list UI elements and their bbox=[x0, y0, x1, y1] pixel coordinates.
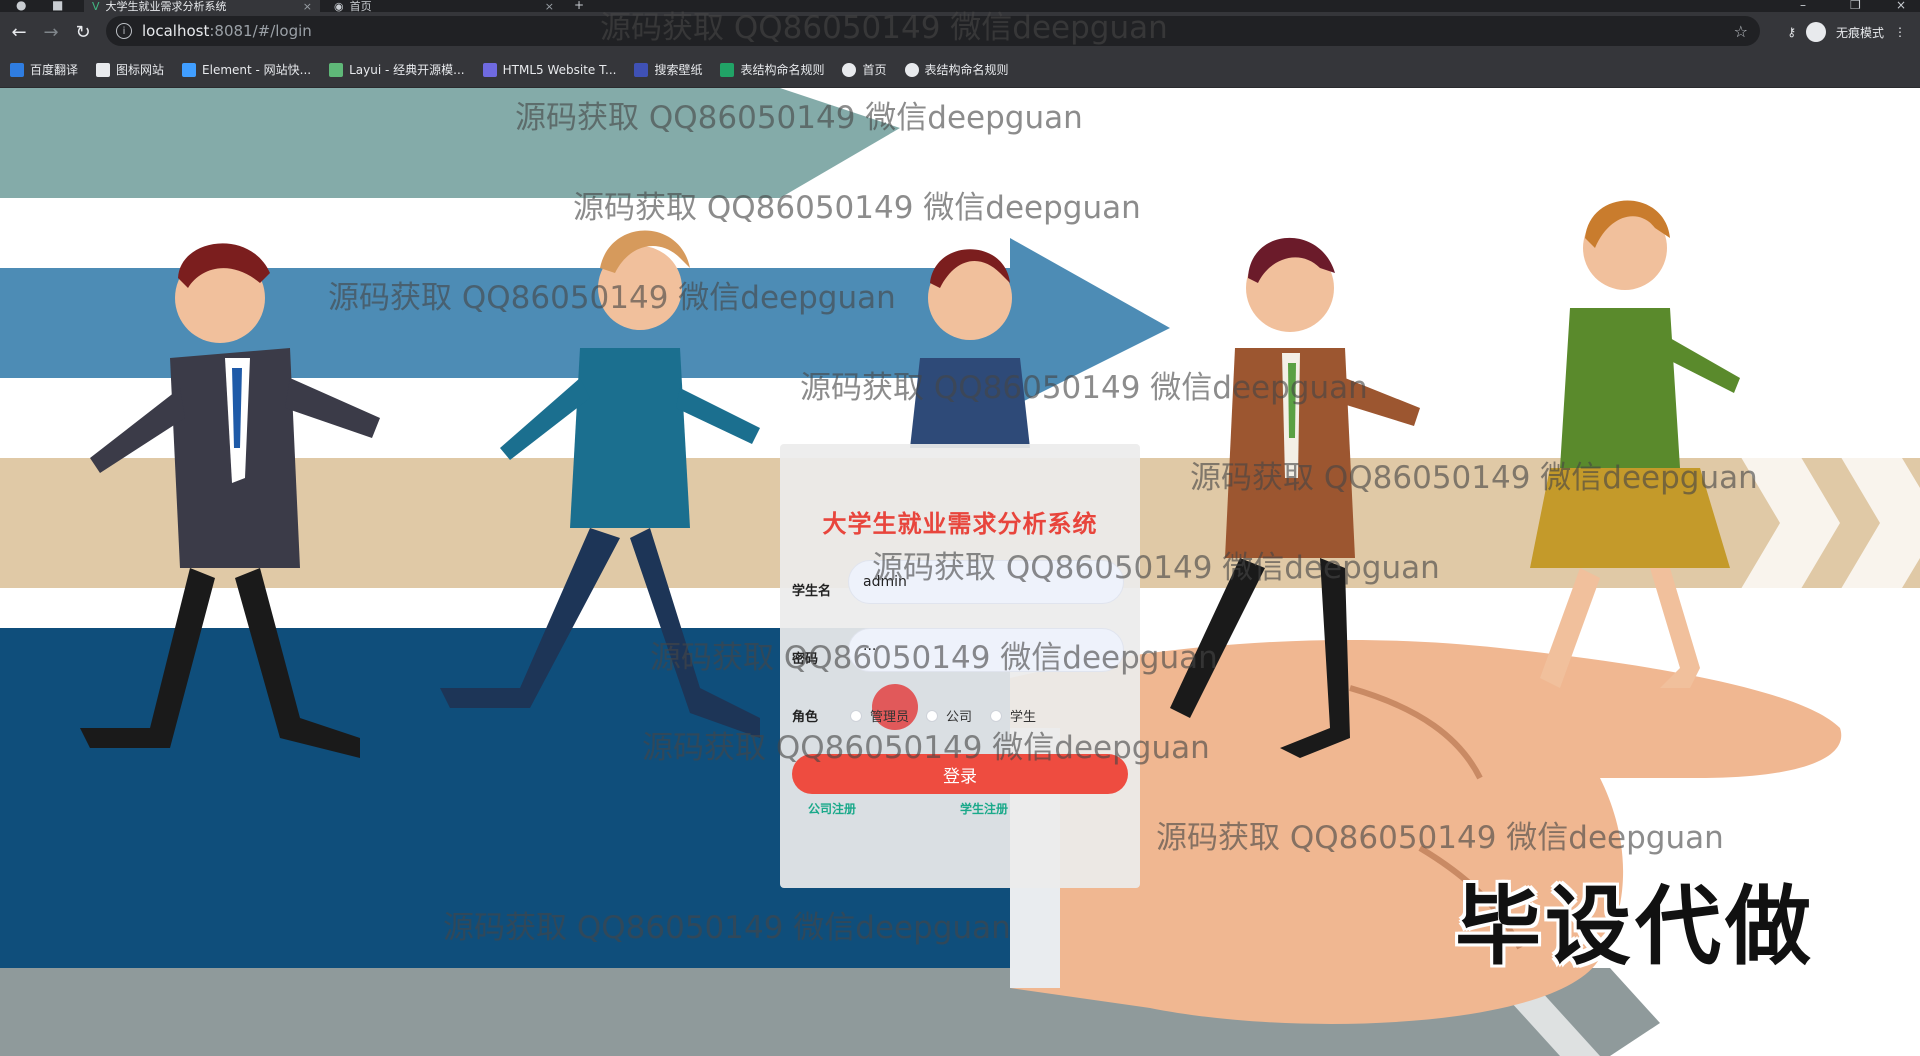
vue-favicon-icon: V bbox=[92, 0, 100, 12]
reload-icon[interactable]: ↻ bbox=[70, 19, 96, 45]
watermark-text: 源码获取 QQ86050149 微信deepguan bbox=[642, 730, 1210, 766]
wallpaper-icon bbox=[634, 62, 649, 77]
bookmark-item[interactable]: 首页 bbox=[842, 61, 887, 78]
bookmark-label: 图标网站 bbox=[116, 63, 165, 77]
bookmark-label: 表结构命名规则 bbox=[924, 63, 1009, 77]
bookmark-label: Element - 网站快... bbox=[202, 63, 312, 77]
bookmark-item[interactable]: Layui - 经典开源模... bbox=[329, 61, 465, 78]
bookmark-item[interactable]: 搜索壁纸 bbox=[634, 61, 702, 78]
close-tab-icon[interactable]: × bbox=[545, 0, 554, 12]
translate-icon bbox=[10, 62, 24, 77]
new-tab-button[interactable]: + bbox=[574, 0, 584, 12]
flag-icon bbox=[96, 62, 111, 77]
watermark-text: 源码获取 QQ86050149 微信deepguan bbox=[443, 910, 1011, 946]
toolbar-right: ⚷ 无痕模式 ⋮ bbox=[1787, 12, 1906, 52]
sheet-icon bbox=[720, 62, 735, 77]
globe-icon bbox=[904, 62, 919, 77]
bookmark-item[interactable]: HTML5 Website T... bbox=[482, 62, 617, 77]
globe-icon: ◉ bbox=[334, 0, 344, 12]
tab-login[interactable]: V 大学生就业需求分析系统 × bbox=[84, 0, 320, 12]
watermark-text: 源码获取 QQ86050149 微信deepguan bbox=[328, 280, 896, 316]
star-icon[interactable]: ☆ bbox=[1734, 22, 1748, 41]
student-register-link[interactable]: 学生注册 bbox=[960, 800, 1008, 817]
incognito-icon[interactable] bbox=[1805, 22, 1826, 42]
bookmark-label: 百度翻译 bbox=[30, 63, 79, 77]
tab-title: 首页 bbox=[349, 0, 372, 12]
window-icon: ■ bbox=[52, 0, 64, 12]
bookmark-label: 搜索壁纸 bbox=[654, 63, 703, 77]
profile-label[interactable]: 无痕模式 bbox=[1836, 24, 1884, 41]
company-register-link[interactable]: 公司注册 bbox=[808, 800, 856, 817]
watermark-text: 源码获取 QQ86050149 微信deepguan bbox=[800, 370, 1368, 406]
radio-circle[interactable] bbox=[990, 709, 1002, 722]
close-tab-icon[interactable]: × bbox=[303, 0, 312, 12]
close-window-icon[interactable]: × bbox=[1896, 0, 1906, 12]
bookmark-item[interactable]: 图标网站 bbox=[96, 61, 164, 78]
bookmark-item[interactable]: 表结构命名规则 bbox=[904, 61, 1009, 78]
watermark-text: 源码获取 QQ86050149 微信deepguan bbox=[600, 10, 1168, 46]
tab-title: 大学生就业需求分析系统 bbox=[105, 0, 227, 12]
bookmark-label: Layui - 经典开源模... bbox=[349, 63, 465, 77]
bookmarks-bar: 百度翻译 图标网站 Element - 网站快... Layui - 经典开源模… bbox=[0, 52, 1920, 88]
globe-icon bbox=[842, 62, 857, 77]
username-label: 学生名 bbox=[792, 584, 832, 599]
tab-home[interactable]: ◉ 首页 × bbox=[326, 0, 562, 12]
html5-icon bbox=[482, 62, 497, 77]
menu-dots-icon[interactable]: ⋮ bbox=[1894, 25, 1906, 39]
forward-icon[interactable]: → bbox=[38, 19, 64, 45]
info-icon[interactable]: i bbox=[116, 23, 132, 39]
minimize-icon[interactable]: – bbox=[1800, 0, 1806, 12]
url-host: localhost bbox=[142, 22, 210, 40]
watermark-text: 源码获取 QQ86050149 微信deepguan bbox=[573, 190, 1141, 226]
bookmark-item[interactable]: 百度翻译 bbox=[10, 61, 78, 78]
radio-circle[interactable] bbox=[850, 709, 862, 722]
back-icon[interactable]: ← bbox=[6, 19, 32, 45]
watermark-text: 源码获取 QQ86050149 微信deepguan bbox=[515, 100, 1083, 136]
promo-stamp: 毕设代做 bbox=[1455, 877, 1815, 977]
bookmark-label: 首页 bbox=[862, 63, 887, 77]
bookmark-item[interactable]: 表结构命名规则 bbox=[720, 61, 824, 78]
chrome-menu-icon[interactable]: ● bbox=[16, 0, 26, 12]
bookmark-item[interactable]: Element - 网站快... bbox=[182, 61, 311, 78]
url-path: :8081/#/login bbox=[209, 22, 312, 40]
key-icon[interactable]: ⚷ bbox=[1787, 25, 1796, 39]
bookmark-label: HTML5 Website T... bbox=[502, 62, 617, 77]
watermark-text: 源码获取 QQ86050149 微信deepguan bbox=[1190, 460, 1758, 496]
watermark-text: 源码获取 QQ86050149 微信deepguan bbox=[872, 550, 1440, 586]
watermark-text: 源码获取 QQ86050149 微信deepguan bbox=[1156, 820, 1724, 856]
layui-icon bbox=[329, 62, 344, 77]
bookmark-label: 表结构命名规则 bbox=[740, 63, 825, 77]
system-title: 大学生就业需求分析系统 bbox=[822, 510, 1098, 538]
watermark-text: 源码获取 QQ86050149 微信deepguan bbox=[650, 640, 1218, 676]
element-icon bbox=[182, 62, 197, 77]
maximize-icon[interactable]: ❐ bbox=[1850, 0, 1861, 12]
radio-circle[interactable] bbox=[926, 709, 938, 722]
